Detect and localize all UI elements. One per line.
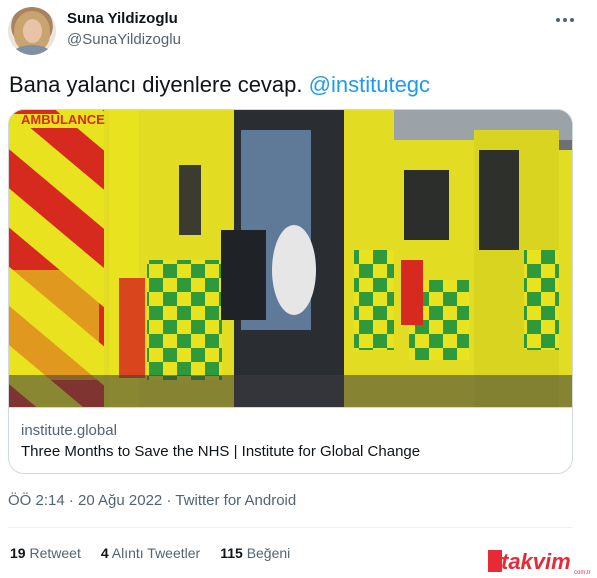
likes-label: Beğeni [246, 545, 291, 561]
quotes-label: Alıntı Tweetler [111, 545, 201, 561]
dot-icon [563, 18, 567, 22]
retweets-label: Retweet [29, 545, 81, 561]
more-options-icon[interactable] [555, 12, 575, 28]
tweet-stats: 19 Retweet 4 Alıntı Tweetler 115 Beğeni [10, 545, 290, 561]
mention-link[interactable]: @institutegc [309, 72, 430, 97]
card-image[interactable]: AMBULANCE [9, 110, 572, 407]
link-card[interactable]: AMBULANCE institute.global Three Months … [8, 109, 573, 474]
quotes-stat[interactable]: 4 Alıntı Tweetler [101, 545, 200, 561]
dot-icon [556, 18, 560, 22]
quotes-count: 4 [100, 545, 109, 561]
avatar-face [23, 19, 42, 43]
tweet-body: Bana yalancı diyenlere cevap. [9, 72, 303, 97]
likes-stat[interactable]: 115 Beğeni [220, 545, 290, 561]
watermark-suffix: com.tr [574, 570, 591, 576]
avatar[interactable] [8, 7, 56, 55]
avatar-shirt [12, 45, 52, 55]
retweets-stat[interactable]: 19 Retweet [10, 545, 81, 561]
tweet-text: Bana yalancı diyenlere cevap. @institute… [9, 72, 430, 98]
dot-icon [570, 18, 574, 22]
user-handle[interactable]: @SunaYildizoglu [67, 31, 181, 48]
card-domain: institute.global [21, 422, 117, 439]
ambulance-text: AMBULANCE [21, 112, 105, 127]
divider [8, 527, 573, 528]
card-meta[interactable]: institute.global Three Months to Save th… [9, 407, 572, 473]
takvim-watermark-logo: takvim com.tr [488, 549, 591, 576]
watermark-text: takvim [501, 549, 571, 574]
tweet-timestamp[interactable]: ÖÖ 2:14 · 20 Ağu 2022 · Twitter for Andr… [8, 492, 296, 509]
retweets-count: 19 [10, 545, 26, 561]
likes-count: 115 [220, 545, 243, 561]
card-title: Three Months to Save the NHS | Institute… [21, 443, 421, 460]
user-name[interactable]: Suna Yildizoglu [67, 10, 178, 27]
